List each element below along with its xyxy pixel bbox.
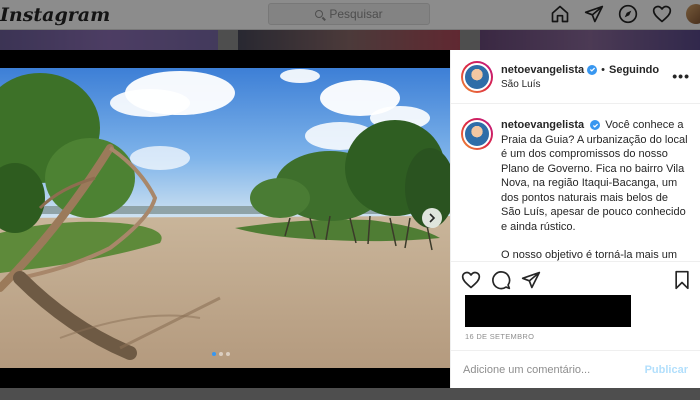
post-sidebar: netoevangelista • Seguindo São Luís ••• … <box>450 50 700 388</box>
chevron-right-icon <box>429 213 436 223</box>
comment-bar: Publicar <box>451 350 700 388</box>
caption-text: netoevangelista Você conhece a Praia da … <box>501 118 690 261</box>
verified-icon <box>590 120 601 131</box>
more-icon[interactable]: ••• <box>672 68 690 84</box>
caption-paragraph: O nosso objetivo é torná-la mais um <box>501 249 678 261</box>
post-modal: netoevangelista • Seguindo São Luís ••• … <box>0 50 700 388</box>
caption-section: netoevangelista Você conhece a Praia da … <box>451 104 700 262</box>
caption-paragraph: Você conhece a Praia da Guia? A urbaniza… <box>501 119 688 233</box>
carousel-dot <box>219 352 223 356</box>
like-icon[interactable] <box>461 270 481 290</box>
caption-avatar[interactable] <box>461 118 493 150</box>
post-location[interactable]: São Luís <box>501 79 659 90</box>
comment-icon[interactable] <box>491 270 511 290</box>
comment-input[interactable] <box>463 363 645 376</box>
post-date[interactable]: 16 DE SETEMBRO <box>465 332 534 341</box>
carousel-dots <box>212 352 230 356</box>
carousel-dot <box>226 352 230 356</box>
post-media <box>0 50 450 388</box>
separator-dot: • <box>601 63 605 76</box>
verified-icon <box>587 64 598 75</box>
publish-button[interactable]: Publicar <box>645 364 688 376</box>
author-avatar[interactable] <box>461 60 493 93</box>
likes-redacted <box>465 295 631 327</box>
action-bar <box>451 262 700 298</box>
post-photo[interactable] <box>0 68 450 368</box>
post-header: netoevangelista • Seguindo São Luís ••• <box>451 50 700 104</box>
bookmark-icon[interactable] <box>672 270 692 290</box>
carousel-dot <box>212 352 216 356</box>
next-slide-button[interactable] <box>422 208 442 228</box>
share-icon[interactable] <box>521 270 541 290</box>
caption-username[interactable]: netoevangelista <box>501 119 584 131</box>
author-username[interactable]: netoevangelista <box>501 64 584 76</box>
following-button[interactable]: Seguindo <box>609 64 659 76</box>
